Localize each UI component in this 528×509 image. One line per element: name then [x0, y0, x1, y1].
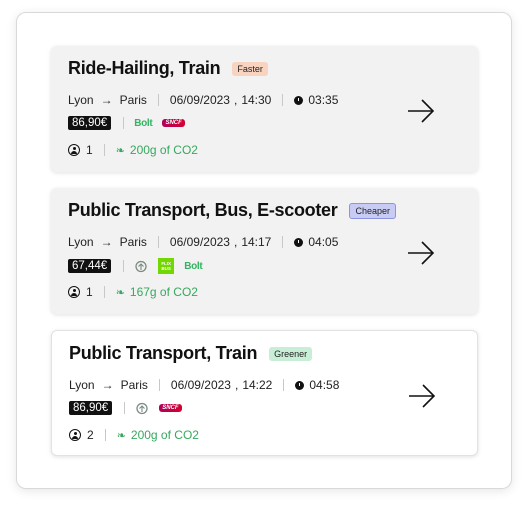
passenger-count: 1	[86, 285, 93, 299]
divider	[123, 117, 125, 129]
trip-meta: 1 ❧ 167g of CO2	[68, 285, 198, 299]
destination-city: Paris	[119, 93, 147, 107]
route-option-card-3[interactable]: Public Transport, Train Greener Lyon → P…	[51, 330, 478, 456]
faster-badge: Faster	[232, 61, 268, 76]
price-row: 67,44€ FLIX BUS Bolt	[68, 258, 203, 274]
destination-city: Paris	[119, 235, 147, 249]
price-row: 86,90€ Bolt SNCF	[68, 116, 185, 130]
route-details: Lyon → Paris 06/09/2023 , 14:30 03:35	[68, 93, 338, 107]
divider	[124, 402, 126, 414]
destination-city: Paris	[120, 378, 148, 392]
date-time-separator: ,	[233, 93, 238, 107]
route-details: Lyon → Paris 06/09/2023 , 14:17 04:05	[68, 235, 338, 249]
sncf-logo: SNCF	[159, 404, 182, 412]
trip-meta: 1 ❧ 200g of CO2	[68, 143, 198, 157]
bolt-logo: Bolt	[134, 117, 153, 129]
route-details: Lyon → Paris 06/09/2023 , 14:22 04:58	[69, 378, 339, 392]
person-icon	[68, 144, 80, 156]
trip-duration: 03:35	[308, 93, 339, 107]
departure-date: 06/09/2023	[170, 378, 231, 392]
date-time-separator: ,	[233, 235, 238, 249]
transit-logo-icon	[134, 259, 148, 273]
clock-icon	[294, 95, 304, 105]
route-title: Ride-Hailing, Train	[68, 58, 221, 78]
results-panel: Ride-Hailing, Train Faster Lyon → Paris …	[16, 12, 512, 489]
origin-city: Lyon	[69, 378, 95, 392]
divider	[282, 236, 284, 248]
divider	[283, 379, 285, 391]
price-tag: 67,44€	[68, 259, 112, 273]
clock-icon	[294, 237, 304, 247]
bolt-logo: Bolt	[184, 260, 203, 272]
divider	[157, 236, 159, 248]
clock-icon	[295, 380, 305, 390]
divider	[104, 429, 106, 441]
departure-date: 06/09/2023	[169, 93, 230, 107]
transit-logo-icon	[135, 401, 149, 415]
passenger-count: 2	[87, 428, 94, 442]
trip-duration: 04:05	[308, 235, 339, 249]
cheaper-badge: Cheaper	[349, 202, 396, 219]
departure-time: 14:30	[241, 93, 272, 107]
route-option-card-1[interactable]: Ride-Hailing, Train Faster Lyon → Paris …	[51, 46, 478, 172]
passenger-count: 1	[86, 143, 93, 157]
divider	[157, 94, 159, 106]
origin-city: Lyon	[68, 235, 94, 249]
co2-emissions: ❧ 200g of CO2	[115, 143, 198, 157]
price-tag: 86,90€	[69, 401, 113, 415]
departure-time: 14:22	[242, 378, 273, 392]
arrow-right-icon: →	[101, 378, 114, 392]
co2-emissions: ❧ 200g of CO2	[116, 428, 199, 442]
leaf-icon: ❧	[115, 144, 125, 157]
price-row: 86,90€ SNCF	[69, 401, 182, 415]
arrow-right-icon: →	[100, 93, 113, 107]
person-icon	[69, 429, 81, 441]
leaf-icon: ❧	[115, 286, 125, 299]
trip-duration: 04:58	[309, 378, 340, 392]
date-time-separator: ,	[234, 378, 239, 392]
divider	[158, 379, 160, 391]
trip-meta: 2 ❧ 200g of CO2	[69, 428, 199, 442]
divider	[282, 94, 284, 106]
route-option-card-2[interactable]: Public Transport, Bus, E-scooter Cheaper…	[51, 188, 478, 314]
arrow-right-icon[interactable]	[407, 381, 437, 411]
departure-time: 14:17	[241, 235, 272, 249]
person-icon	[68, 286, 80, 298]
price-tag: 86,90€	[68, 116, 112, 130]
departure-date: 06/09/2023	[169, 235, 230, 249]
divider	[123, 260, 125, 272]
co2-emissions: ❧ 167g of CO2	[115, 285, 198, 299]
divider	[103, 144, 105, 156]
arrow-right-icon: →	[100, 235, 113, 249]
divider	[103, 286, 105, 298]
route-title: Public Transport, Train	[69, 343, 258, 363]
greener-badge: Greener	[269, 346, 313, 361]
sncf-logo: SNCF	[162, 119, 185, 127]
origin-city: Lyon	[68, 93, 94, 107]
arrow-right-icon[interactable]	[406, 238, 436, 268]
flixbus-logo: FLIX BUS	[158, 258, 175, 274]
route-title: Public Transport, Bus, E-scooter	[68, 200, 338, 220]
arrow-right-icon[interactable]	[406, 96, 436, 126]
leaf-icon: ❧	[116, 429, 126, 442]
